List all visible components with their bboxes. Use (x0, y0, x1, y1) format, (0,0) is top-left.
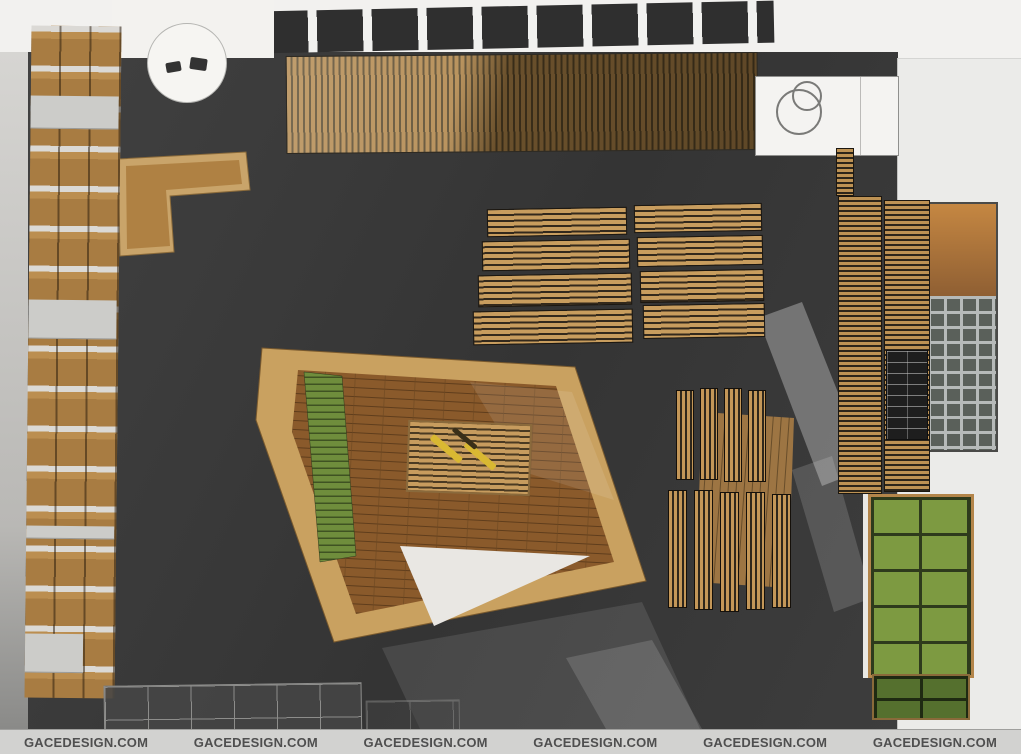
slat-table (478, 273, 633, 308)
vertical-slat-display (748, 390, 766, 482)
watermark-text: GACEDESIGN.COM (194, 735, 318, 750)
slat-table (637, 235, 764, 267)
slat-table (643, 303, 766, 339)
green-cabinet (868, 494, 974, 678)
slat-shelf-end (836, 148, 854, 196)
wall-cabinet-unit (755, 76, 899, 156)
slat-table (473, 309, 634, 346)
vertical-slat-display (724, 388, 742, 482)
green-cabinet-lower (872, 674, 970, 720)
vertical-slat-display (700, 388, 718, 480)
interior-render: GACEDESIGN.COM GACEDESIGN.COM GACEDESIGN… (0, 0, 1021, 754)
watermark-text: GACEDESIGN.COM (24, 735, 148, 750)
vertical-slat-display (694, 490, 713, 610)
slat-table (482, 239, 631, 272)
fixture-speaker-icon (165, 61, 182, 73)
watermark-text: GACEDESIGN.COM (873, 735, 997, 750)
left-shelving-column (24, 26, 121, 699)
vertical-slat-display (720, 492, 739, 612)
vertical-slat-display (676, 390, 694, 480)
tall-slat-shelf (884, 200, 930, 492)
vertical-slat-display (746, 492, 765, 610)
slatted-wood-canopy (286, 52, 759, 154)
shelf-gray-box (30, 96, 118, 130)
watermark-text: GACEDESIGN.COM (364, 735, 488, 750)
shelf-gray-box (28, 300, 116, 340)
shelf-gray-box (26, 526, 114, 540)
slat-table (634, 203, 762, 233)
slat-table (487, 207, 627, 237)
poster-image (928, 204, 996, 296)
yellow-item (430, 434, 464, 464)
watermark-text: GACEDESIGN.COM (703, 735, 827, 750)
poster-thumbnails (928, 296, 996, 450)
fixture-speaker-icon (189, 57, 208, 71)
platform-table (406, 420, 532, 496)
watermark-bar: GACEDESIGN.COM GACEDESIGN.COM GACEDESIGN… (0, 729, 1021, 754)
left-wall (0, 52, 28, 729)
round-fixture-icon (792, 81, 822, 111)
wall-poster (926, 202, 998, 452)
vertical-slat-display (772, 494, 791, 608)
shelf-gray-box (25, 634, 83, 674)
tall-slat-shelf (838, 196, 882, 494)
watermark-text: GACEDESIGN.COM (533, 735, 657, 750)
shelf-dark-lattice (886, 350, 928, 440)
ceiling-skylight-panels (262, 1, 775, 54)
vertical-slat-display (668, 490, 687, 608)
cabinet-divider (860, 77, 861, 155)
ceiling-light-fixture (147, 23, 227, 103)
slat-table (640, 269, 765, 303)
